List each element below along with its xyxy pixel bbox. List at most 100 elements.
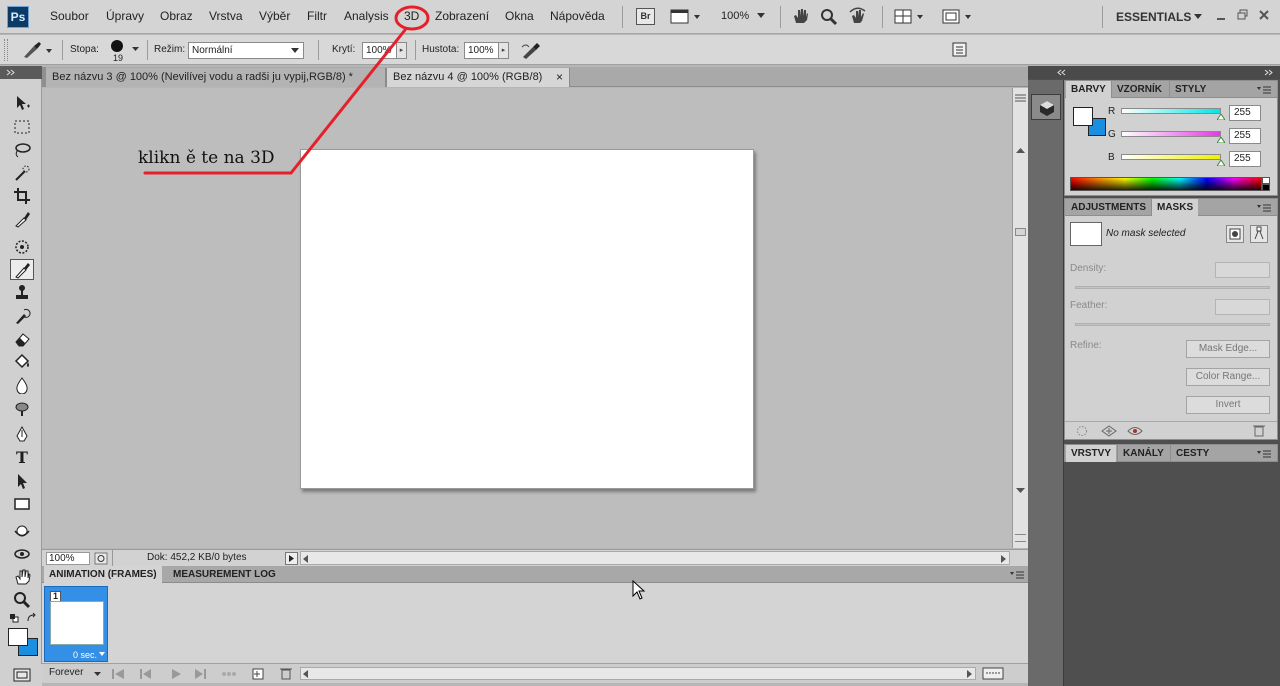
3d-panel-icon[interactable] bbox=[1031, 94, 1061, 120]
eyedropper-tool-icon[interactable] bbox=[10, 208, 34, 229]
paint-bucket-tool-icon[interactable] bbox=[10, 351, 34, 372]
tab-vzornik[interactable]: VZORNÍK bbox=[1111, 81, 1167, 98]
tool-preset-brush-icon[interactable] bbox=[20, 41, 56, 59]
mask-edge-button[interactable]: Mask Edge... bbox=[1186, 340, 1270, 358]
close-icon[interactable] bbox=[1258, 9, 1270, 21]
quick-selection-tool-icon[interactable] bbox=[10, 162, 34, 183]
screen-view-icon[interactable] bbox=[670, 8, 704, 25]
type-tool-icon[interactable]: T bbox=[10, 447, 34, 468]
duplicate-frame-icon[interactable] bbox=[252, 667, 264, 680]
opacity-slider-arrow-icon[interactable]: ▸ bbox=[396, 42, 407, 59]
flow-slider-arrow-icon[interactable]: ▸ bbox=[498, 42, 509, 59]
eraser-tool-icon[interactable] bbox=[10, 328, 34, 349]
first-frame-icon[interactable] bbox=[110, 668, 126, 680]
slider-handle-icon[interactable] bbox=[1217, 137, 1225, 143]
toggle-mask-visibility-icon[interactable] bbox=[1127, 425, 1143, 437]
status-zoom-icon[interactable] bbox=[94, 552, 108, 565]
document-tab-2[interactable]: Bez názvu 4 @ 100% (RGB/8) × bbox=[386, 68, 570, 87]
delete-frame-icon[interactable] bbox=[280, 667, 292, 680]
zoom-tool-icon[interactable] bbox=[10, 589, 34, 610]
frame-delay[interactable]: 0 sec. bbox=[73, 650, 97, 660]
blur-tool-icon[interactable] bbox=[10, 374, 34, 395]
pen-tool-icon[interactable] bbox=[10, 424, 34, 445]
close-tab-icon[interactable]: × bbox=[556, 68, 563, 86]
load-selection-icon[interactable] bbox=[1075, 425, 1089, 437]
channel-g-input[interactable]: 255 bbox=[1229, 128, 1261, 144]
brush-preview-icon[interactable] bbox=[110, 39, 124, 53]
swap-colors-icon[interactable] bbox=[26, 613, 36, 623]
history-brush-tool-icon[interactable] bbox=[10, 305, 34, 326]
zoom-dropdown-arrow-icon[interactable] bbox=[757, 13, 765, 19]
arrange-documents-icon[interactable] bbox=[894, 9, 928, 25]
loop-select[interactable]: Forever bbox=[49, 667, 83, 678]
brush-tool-icon[interactable] bbox=[10, 259, 34, 280]
rectangle-tool-icon[interactable] bbox=[10, 493, 34, 514]
tab-animation-frames[interactable]: ANIMATION (FRAMES) bbox=[44, 566, 162, 583]
horizontal-scrollbar[interactable] bbox=[300, 551, 1010, 565]
density-input[interactable] bbox=[1215, 262, 1270, 278]
status-menu-arrow-icon[interactable] bbox=[285, 552, 298, 565]
feather-slider[interactable] bbox=[1075, 323, 1270, 326]
screen-mode-icon[interactable] bbox=[942, 9, 976, 25]
options-bar-grip[interactable] bbox=[4, 39, 8, 61]
minimize-icon[interactable] bbox=[1216, 11, 1228, 21]
zoom-level-dropdown[interactable]: 100% bbox=[721, 10, 749, 22]
animation-frames-area[interactable] bbox=[42, 583, 1028, 663]
color-spectrum-ramp[interactable] bbox=[1070, 177, 1262, 191]
channel-b-slider[interactable] bbox=[1121, 154, 1221, 160]
3d-rotate-tool-icon[interactable] bbox=[10, 520, 34, 541]
3d-orbit-tool-icon[interactable] bbox=[10, 543, 34, 564]
crop-tool-icon[interactable] bbox=[10, 185, 34, 206]
slider-handle-icon[interactable] bbox=[1217, 160, 1225, 166]
document-tab-1[interactable]: Bez názvu 3 @ 100% (Nevilívej vodu a rad… bbox=[46, 68, 386, 87]
previous-frame-icon[interactable] bbox=[138, 668, 154, 680]
status-zoom-input[interactable]: 100% bbox=[46, 552, 90, 565]
tab-barvy[interactable]: BARVY bbox=[1066, 81, 1111, 98]
pixel-mask-icon[interactable] bbox=[1226, 225, 1244, 243]
scroll-down-arrow-icon[interactable] bbox=[1016, 488, 1025, 494]
apply-mask-icon[interactable] bbox=[1101, 425, 1117, 437]
screen-mode-toggle-icon[interactable] bbox=[13, 668, 31, 682]
bridge-button[interactable]: Br bbox=[636, 8, 655, 25]
menu-upravy[interactable]: Úpravy bbox=[106, 9, 144, 23]
delete-mask-icon[interactable] bbox=[1253, 424, 1265, 437]
panel-menu-icon[interactable] bbox=[1015, 94, 1026, 102]
animation-frame-1[interactable]: 1 0 sec. bbox=[44, 586, 108, 662]
tab-vrstvy[interactable]: VRSTVY bbox=[1066, 445, 1117, 462]
masks-panel-menu-icon[interactable] bbox=[1257, 204, 1271, 212]
clone-stamp-tool-icon[interactable] bbox=[10, 282, 34, 303]
tools-panel-header[interactable] bbox=[0, 66, 42, 79]
menu-3d[interactable]: 3D bbox=[404, 9, 419, 23]
default-colors-icon[interactable] bbox=[9, 613, 19, 623]
airbrush-toggle-icon[interactable] bbox=[520, 41, 542, 59]
tab-adjustments[interactable]: ADJUSTMENTS bbox=[1066, 199, 1151, 216]
density-slider[interactable] bbox=[1075, 286, 1270, 289]
convert-to-timeline-icon[interactable] bbox=[982, 667, 1004, 680]
tween-icon[interactable] bbox=[220, 668, 238, 680]
play-icon[interactable] bbox=[170, 668, 182, 680]
vertical-scrollbar[interactable] bbox=[1012, 88, 1028, 548]
frames-horizontal-scrollbar[interactable] bbox=[300, 667, 976, 680]
foreground-color-swatch[interactable] bbox=[8, 628, 28, 646]
tab-measurement-log[interactable]: MEASUREMENT LOG bbox=[168, 566, 281, 583]
brush-picker-arrow-icon[interactable] bbox=[132, 47, 139, 52]
move-tool-icon[interactable] bbox=[10, 92, 34, 113]
blend-mode-select[interactable]: Normální bbox=[188, 42, 304, 59]
menu-zobrazeni[interactable]: Zobrazení bbox=[435, 9, 489, 23]
tab-masks[interactable]: MASKS bbox=[1151, 199, 1199, 216]
channel-r-slider[interactable] bbox=[1121, 108, 1221, 114]
hand-tool-icon[interactable] bbox=[10, 566, 34, 587]
channel-r-input[interactable]: 255 bbox=[1229, 105, 1261, 121]
lasso-tool-icon[interactable] bbox=[10, 139, 34, 160]
marquee-tool-icon[interactable] bbox=[10, 116, 34, 137]
channel-b-input[interactable]: 255 bbox=[1229, 151, 1261, 167]
color-range-button[interactable]: Color Range... bbox=[1186, 368, 1270, 386]
slider-handle-icon[interactable] bbox=[1217, 114, 1225, 120]
document-canvas[interactable] bbox=[300, 149, 754, 489]
rotate-view-icon[interactable] bbox=[848, 7, 868, 25]
workspace-switcher[interactable]: ESSENTIALS bbox=[1116, 10, 1191, 24]
menu-analysis[interactable]: Analysis bbox=[344, 9, 389, 23]
animation-panel-menu-icon[interactable] bbox=[1010, 571, 1024, 579]
menu-okna[interactable]: Okna bbox=[505, 9, 534, 23]
tab-styly[interactable]: STYLY bbox=[1169, 81, 1211, 98]
